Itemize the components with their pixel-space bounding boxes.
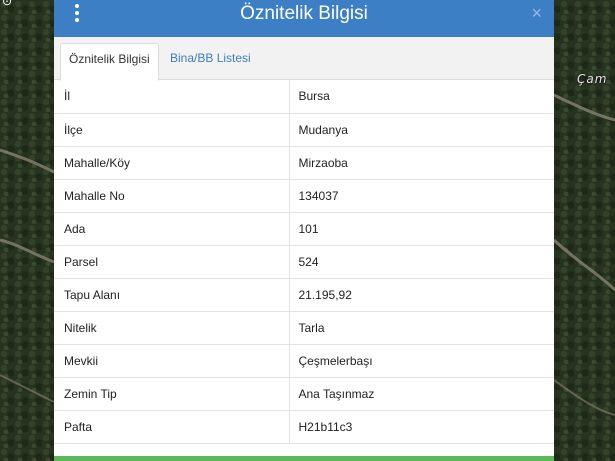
table-row: Pafta H21b11c3 [54,410,554,444]
table-row: İl Bursa [54,80,554,114]
attribute-value: H21b11c3 [289,410,554,444]
table-row: Nitelik Tarla [54,311,554,345]
attribute-value: 21.195,92 [289,278,554,312]
attribute-key: Nitelik [54,311,290,345]
tab-building-list[interactable]: Bina/BB Listesi [162,43,259,81]
tab-bar: Öznitelik Bilgisi Bina/BB Listesi [54,37,554,81]
attribute-value: 524 [289,245,554,279]
attribute-key: Mahalle No [54,179,290,213]
tab-attribute-info[interactable]: Öznitelik Bilgisi [60,43,159,81]
table-row: İlçe Mudanya [54,113,554,147]
close-icon[interactable]: × [531,2,542,24]
table-row: Mahalle No 134037 [54,179,554,213]
table-row: Parsel 524 [54,245,554,279]
table-row: Mevkii Çeşmelerbaşı [54,344,554,378]
dialog-footer-bar [54,456,554,461]
attribute-table: İl Bursa İlçe Mudanya Mahalle/Köy Mirzaoba Mah… [54,80,554,444]
attribute-key: Mevkii [54,344,290,378]
attribute-value: 134037 [289,179,554,213]
dialog-title: Öznitelik Bilgisi [240,3,368,24]
table-row: Zemin Tip Ana Taşınmaz [54,377,554,411]
table-row: Ada 101 [54,212,554,246]
attribute-key: Tapu Alanı [54,278,290,312]
attribute-key: Parsel [54,245,290,279]
attribute-key: Zemin Tip [54,377,290,411]
dialog-header: Öznitelik Bilgisi × [54,0,554,37]
attribute-value: Çeşmelerbaşı [289,344,554,378]
attribute-info-dialog: Öznitelik Bilgisi × Öznitelik Bilgisi Bi… [54,0,554,461]
attribute-key: İlçe [54,113,290,147]
table-row: Tapu Alanı 21.195,92 [54,278,554,312]
attribute-value: 101 [289,212,554,246]
attribute-key: Mahalle/Köy [54,146,290,180]
attribute-key: İl [54,80,290,114]
attribute-value: Mudanya [289,113,554,147]
attribute-value: Tarla [289,311,554,345]
map-place-label: Çam [577,72,608,86]
table-row: Mahalle/Köy Mirzaoba [54,146,554,180]
attribute-value: Bursa [289,80,554,114]
attribute-value: Ana Taşınmaz [289,377,554,411]
map-corner-icon: ⊙ [2,0,13,8]
attribute-key: Pafta [54,410,290,444]
attribute-value: Mirzaoba [289,146,554,180]
attribute-key: Ada [54,212,290,246]
